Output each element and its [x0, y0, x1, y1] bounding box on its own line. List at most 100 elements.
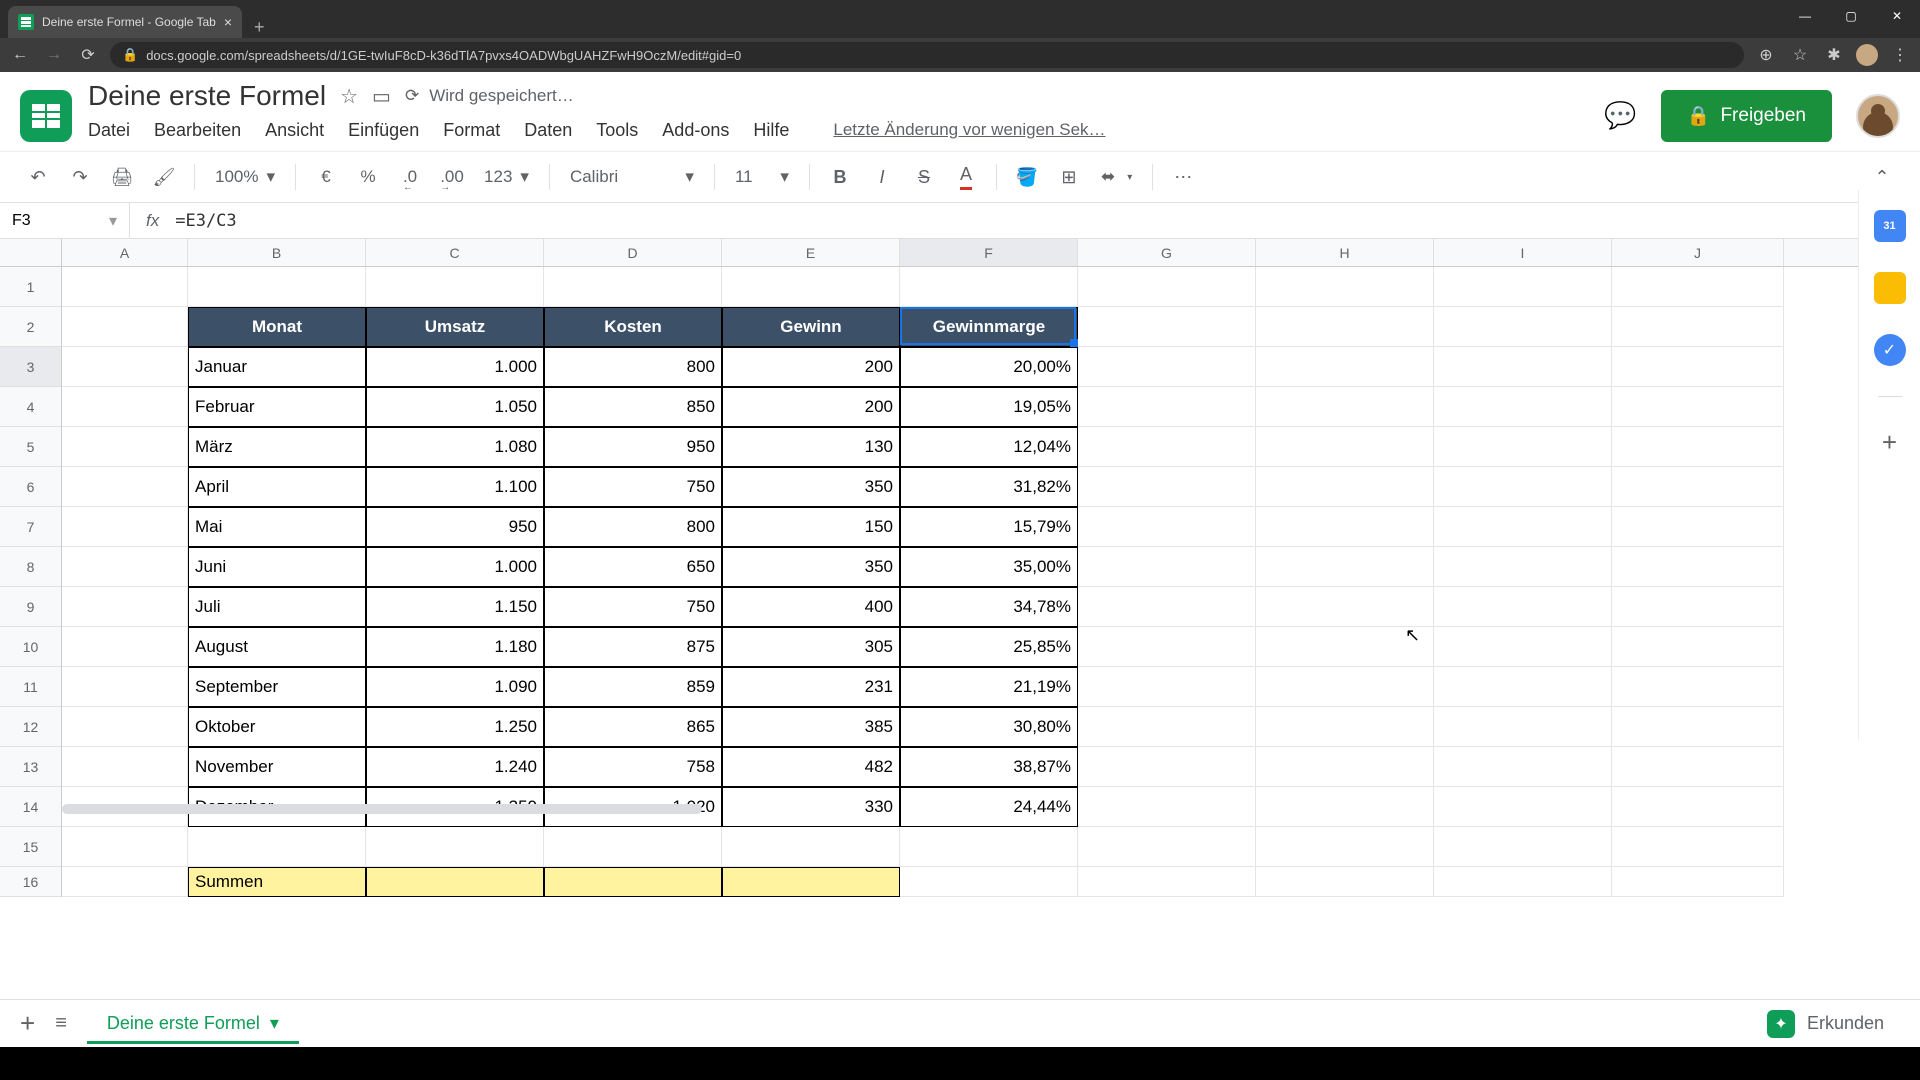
cell[interactable] — [1612, 307, 1784, 347]
cell[interactable]: 800 — [544, 507, 722, 547]
cell[interactable] — [1078, 827, 1256, 867]
menu-view[interactable]: Ansicht — [265, 120, 324, 141]
cell[interactable]: 130 — [722, 427, 900, 467]
col-header-B[interactable]: B — [188, 239, 366, 266]
cell[interactable] — [1078, 387, 1256, 427]
keep-app-icon[interactable] — [1874, 272, 1906, 304]
cell[interactable] — [62, 507, 188, 547]
cell[interactable]: 1.250 — [366, 707, 544, 747]
explore-button[interactable]: ✦ Erkunden — [1751, 1002, 1900, 1046]
menu-tools[interactable]: Tools — [596, 120, 638, 141]
cell[interactable] — [1612, 467, 1784, 507]
cell[interactable]: 31,82% — [900, 467, 1078, 507]
cell[interactable]: 200 — [722, 347, 900, 387]
cell[interactable]: 305 — [722, 627, 900, 667]
window-minimize[interactable]: — — [1782, 0, 1828, 32]
cell[interactable] — [1078, 307, 1256, 347]
cell[interactable] — [62, 387, 188, 427]
cell[interactable] — [1078, 787, 1256, 827]
cell[interactable]: 950 — [544, 427, 722, 467]
cell[interactable] — [62, 867, 188, 897]
row-header-5[interactable]: 5 — [0, 427, 61, 467]
decrease-decimal-button[interactable]: .0← — [392, 159, 428, 195]
cell[interactable]: 24,44% — [900, 787, 1078, 827]
user-avatar[interactable] — [1856, 94, 1900, 138]
calendar-app-icon[interactable] — [1874, 210, 1906, 242]
cell[interactable]: 950 — [366, 507, 544, 547]
tasks-app-icon[interactable] — [1874, 334, 1906, 366]
col-header-J[interactable]: J — [1612, 239, 1784, 266]
cell[interactable]: Umsatz — [366, 307, 544, 347]
fill-color-button[interactable]: 🪣 — [1009, 159, 1045, 195]
row-header-8[interactable]: 8 — [0, 547, 61, 587]
strikethrough-button[interactable]: S — [906, 159, 942, 195]
cell[interactable] — [1256, 747, 1434, 787]
cell[interactable]: 19,05% — [900, 387, 1078, 427]
reload-icon[interactable]: ⟳ — [76, 45, 100, 65]
cell[interactable] — [1256, 347, 1434, 387]
col-header-G[interactable]: G — [1078, 239, 1256, 266]
row-header-4[interactable]: 4 — [0, 387, 61, 427]
cell[interactable] — [1256, 547, 1434, 587]
cell[interactable] — [544, 827, 722, 867]
percent-button[interactable]: % — [350, 159, 386, 195]
cell[interactable]: 875 — [544, 627, 722, 667]
cell[interactable] — [1612, 707, 1784, 747]
cell[interactable] — [1078, 587, 1256, 627]
cell[interactable]: August — [188, 627, 366, 667]
cell[interactable]: 34,78% — [900, 587, 1078, 627]
cell[interactable] — [1612, 827, 1784, 867]
zoom-icon[interactable]: ⊕ — [1754, 45, 1778, 65]
cell[interactable]: 750 — [544, 467, 722, 507]
borders-button[interactable]: ⊞ — [1051, 159, 1087, 195]
row-header-13[interactable]: 13 — [0, 747, 61, 787]
paint-format-button[interactable]: 🖌 — [146, 159, 182, 195]
cell[interactable] — [1256, 427, 1434, 467]
row-header-10[interactable]: 10 — [0, 627, 61, 667]
cell[interactable]: 1.000 — [366, 547, 544, 587]
row-header-2[interactable]: 2 — [0, 307, 61, 347]
cell[interactable]: Summen — [188, 867, 366, 897]
cell[interactable] — [1256, 867, 1434, 897]
cell[interactable]: 400 — [722, 587, 900, 627]
cell[interactable]: März — [188, 427, 366, 467]
cell[interactable]: 482 — [722, 747, 900, 787]
cell[interactable] — [1078, 267, 1256, 307]
cell[interactable] — [62, 547, 188, 587]
all-sheets-button[interactable]: ≡ — [55, 1012, 67, 1035]
cell[interactable]: Gewinnmarge — [900, 307, 1078, 347]
address-bar[interactable]: 🔒 docs.google.com/spreadsheets/d/1GE-twI… — [110, 42, 1744, 68]
cell[interactable] — [1612, 347, 1784, 387]
row-header-11[interactable]: 11 — [0, 667, 61, 707]
cell[interactable] — [1434, 627, 1612, 667]
add-app-icon[interactable]: + — [1882, 427, 1897, 458]
bookmark-icon[interactable]: ☆ — [1788, 45, 1812, 65]
cell[interactable] — [1256, 627, 1434, 667]
cell[interactable] — [1612, 387, 1784, 427]
cell[interactable]: 25,85% — [900, 627, 1078, 667]
row-header-15[interactable]: 15 — [0, 827, 61, 867]
cell[interactable] — [188, 267, 366, 307]
cell[interactable]: 1.150 — [366, 587, 544, 627]
new-tab-button[interactable]: + — [242, 17, 277, 38]
cell[interactable] — [62, 467, 188, 507]
cell[interactable] — [62, 667, 188, 707]
cell-reference-box[interactable]: F3 ▾ — [0, 203, 130, 238]
horizontal-scrollbar[interactable] — [62, 804, 702, 814]
cell[interactable] — [544, 267, 722, 307]
comments-icon[interactable]: 💬 — [1604, 100, 1636, 131]
text-color-button[interactable]: A — [948, 159, 984, 195]
cell[interactable]: 650 — [544, 547, 722, 587]
cell[interactable] — [62, 347, 188, 387]
cell[interactable] — [366, 827, 544, 867]
font-size-select[interactable]: 11▾ — [727, 159, 797, 195]
cell[interactable]: Monat — [188, 307, 366, 347]
menu-insert[interactable]: Einfügen — [348, 120, 419, 141]
formula-input[interactable]: =E3/C3 — [175, 211, 1920, 231]
extensions-icon[interactable]: ✱ — [1822, 45, 1846, 65]
bold-button[interactable]: B — [822, 159, 858, 195]
star-icon[interactable]: ☆ — [340, 84, 358, 109]
cell[interactable]: 330 — [722, 787, 900, 827]
tab-close-icon[interactable]: × — [224, 14, 232, 30]
cell[interactable]: 1.080 — [366, 427, 544, 467]
